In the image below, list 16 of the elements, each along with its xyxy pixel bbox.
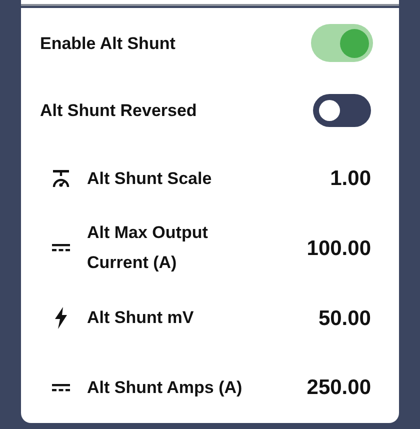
setting-value: 100.00 — [306, 236, 371, 262]
setting-label: Alt Shunt Scale — [87, 168, 213, 190]
lightning-bolt-icon — [54, 307, 68, 330]
gauge-icon — [51, 168, 71, 189]
setting-label: Alt Shunt mV — [87, 307, 195, 330]
direct-current-icon — [51, 243, 71, 254]
setting-label: Alt Shunt Amps (A) — [87, 377, 244, 400]
setting-value: 50.00 — [318, 306, 371, 332]
direct-current-icon — [51, 383, 71, 394]
setting-value: 250.00 — [306, 375, 371, 402]
toggle-switch[interactable] — [313, 94, 371, 127]
setting-value: 1.00 — [330, 166, 371, 192]
setting-label: Alt Shunt Reversed — [40, 100, 197, 122]
setting-label: Enable Alt Shunt — [40, 32, 176, 55]
setting-label: Alt Max Output Current (A) — [87, 222, 209, 274]
toggle-switch[interactable] — [311, 24, 373, 62]
